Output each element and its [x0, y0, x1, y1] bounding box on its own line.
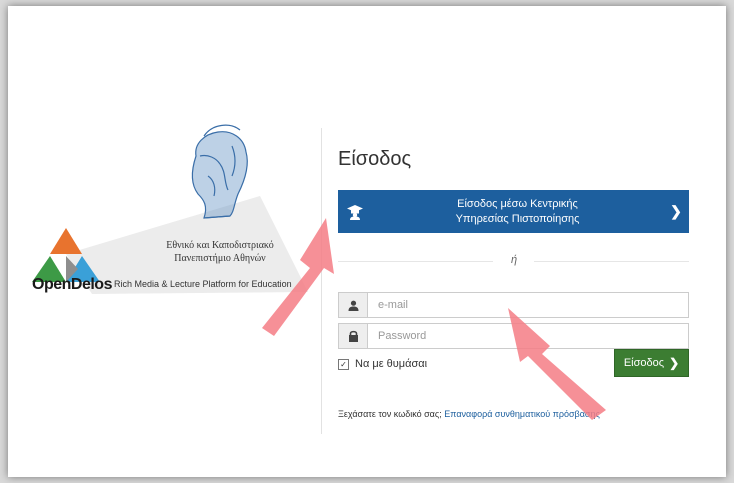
- sso-label-line2: Υπηρεσίας Πιστοποίησης: [455, 212, 580, 225]
- chevron-right-icon: ❯: [670, 203, 682, 219]
- email-field: [338, 292, 689, 318]
- submit-label: Είσοδος: [623, 357, 665, 369]
- app-tagline: Rich Media & Lecture Platform for Educat…: [114, 279, 292, 289]
- sso-login-button[interactable]: Είσοδος μέσω Κεντρικής Υπηρεσίας Πιστοπο…: [338, 190, 689, 233]
- password-field: [338, 323, 689, 349]
- forgot-password: Ξεχάσατε τον κωδικό σας; Επαναφορά συνθη…: [338, 409, 600, 419]
- or-text: ή: [510, 254, 518, 266]
- login-title: Είσοδος: [338, 148, 412, 170]
- lock-icon: [339, 324, 368, 348]
- submit-login-button[interactable]: Είσοδος ❯: [614, 349, 689, 377]
- email-input[interactable]: [368, 293, 688, 317]
- graduation-cap-icon: [338, 204, 372, 220]
- login-form: Είσοδος Είσοδος μέσω Κεντρικής Υπηρεσίας…: [338, 6, 698, 477]
- separator-line-right: [534, 261, 689, 262]
- chevron-right-icon: ❯: [669, 356, 680, 370]
- or-separator: ή: [338, 254, 689, 268]
- branding-panel: Εθνικό και Καποδιστριακό Πανεπιστήμιο Αθ…: [8, 6, 328, 477]
- sso-label-line1: Είσοδος μέσω Κεντρικής: [457, 197, 578, 210]
- user-icon: [339, 293, 368, 317]
- vertical-divider: [321, 128, 322, 434]
- sso-button-label: Είσοδος μέσω Κεντρικής Υπηρεσίας Πιστοπο…: [372, 197, 663, 227]
- remember-label: Να με θυμάσαι: [355, 358, 428, 370]
- window-frame: Εθνικό και Καποδιστριακό Πανεπιστήμιο Αθ…: [8, 6, 726, 477]
- university-name: Εθνικό και Καποδιστριακό Πανεπιστήμιο Αθ…: [140, 239, 300, 265]
- reset-password-link[interactable]: Επαναφορά συνθηματικού πρόσβασης: [444, 409, 600, 419]
- separator-line-left: [338, 261, 493, 262]
- app-name: OpenDelos: [32, 276, 112, 293]
- password-input[interactable]: [368, 324, 688, 348]
- forgot-text: Ξεχάσατε τον κωδικό σας;: [338, 409, 442, 419]
- university-line2: Πανεπιστήμιο Αθηνών: [174, 253, 266, 264]
- remember-me[interactable]: ✓ Να με θυμάσαι: [338, 358, 427, 370]
- university-line1: Εθνικό και Καποδιστριακό: [166, 240, 274, 251]
- remember-checkbox[interactable]: ✓: [338, 358, 349, 370]
